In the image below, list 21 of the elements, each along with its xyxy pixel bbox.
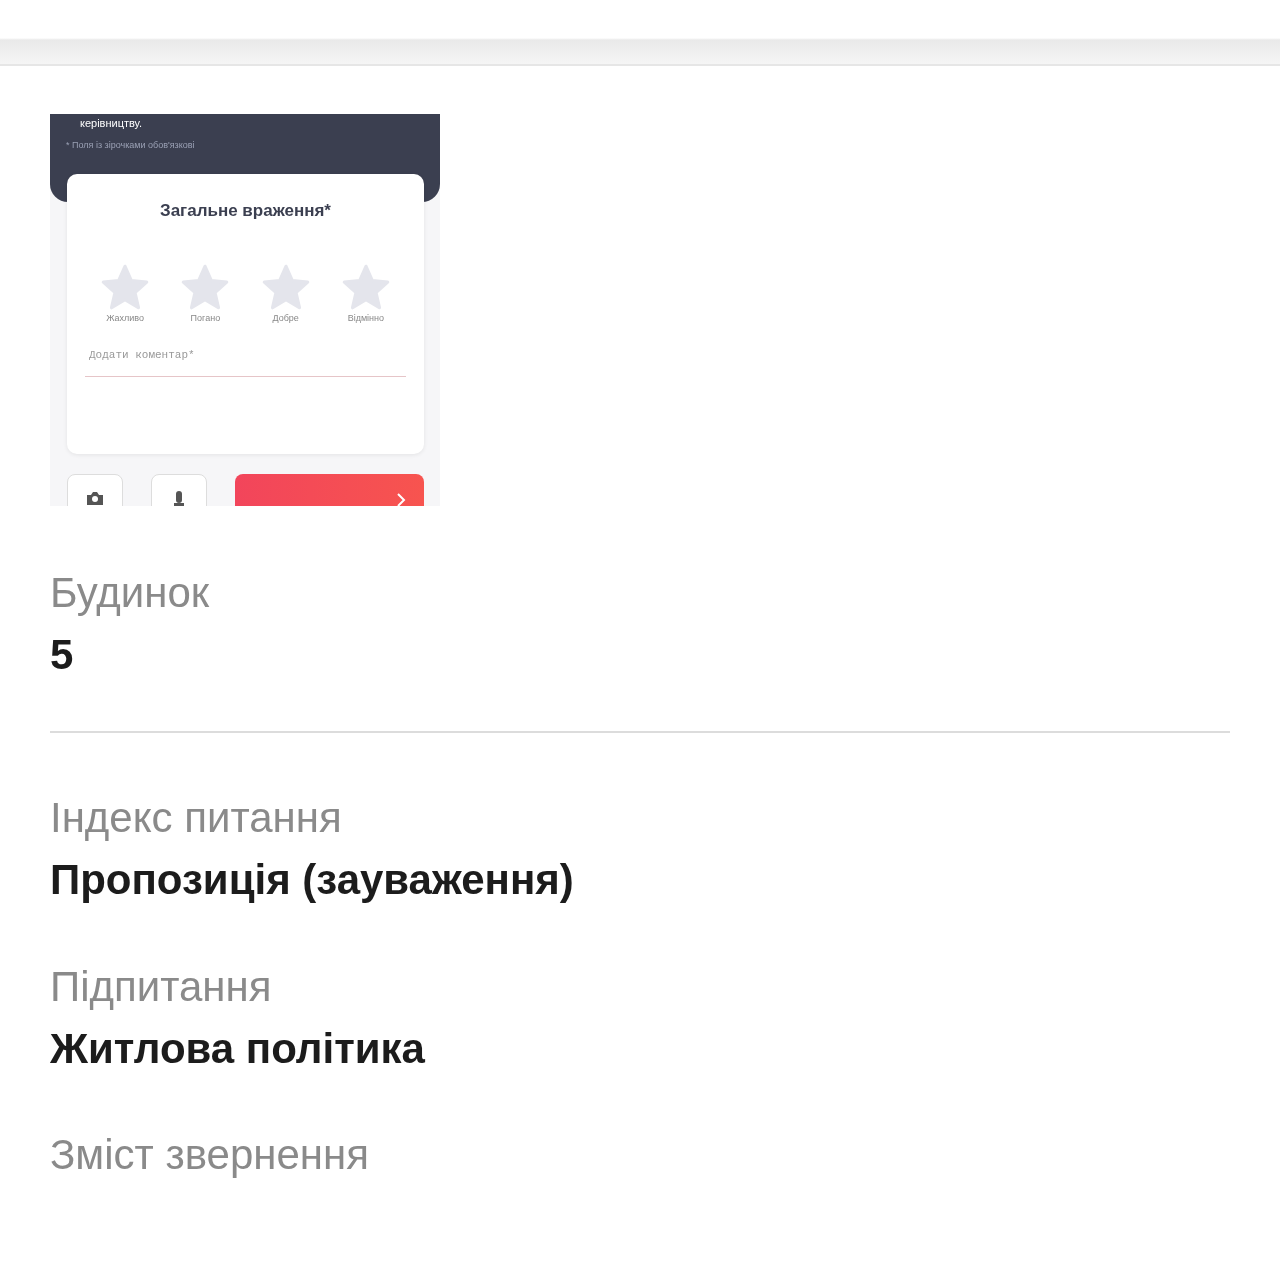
- rating-label: Жахливо: [105, 311, 146, 325]
- chevron-icon: [396, 492, 406, 506]
- send-button[interactable]: [235, 474, 424, 506]
- field-label: Підпитання: [50, 961, 273, 1012]
- field-value: Житлова політика: [50, 1023, 426, 1074]
- comment-field[interactable]: Додати коментар*: [85, 347, 406, 377]
- field-label: Індекс питання: [50, 792, 343, 843]
- microphone-icon: [174, 491, 184, 506]
- field-label: Будинок: [50, 568, 211, 618]
- notice-text: керівництву.: [80, 116, 144, 130]
- rating-label: Добре: [271, 311, 300, 325]
- rating-label: Відмінно: [346, 311, 386, 325]
- rating-title: Загальне враження*: [159, 200, 332, 222]
- field-value: 5: [50, 630, 75, 681]
- camera-button[interactable]: [67, 474, 123, 506]
- microphone-button[interactable]: [151, 474, 207, 506]
- rating-label: Погано: [189, 311, 222, 325]
- field-value: Пропозиція (зауваження): [50, 855, 575, 906]
- camera-icon: [86, 491, 104, 505]
- field-label: Зміст звернення: [50, 1130, 370, 1181]
- required-note: * Поля із зірочками обов'язкові: [66, 139, 196, 152]
